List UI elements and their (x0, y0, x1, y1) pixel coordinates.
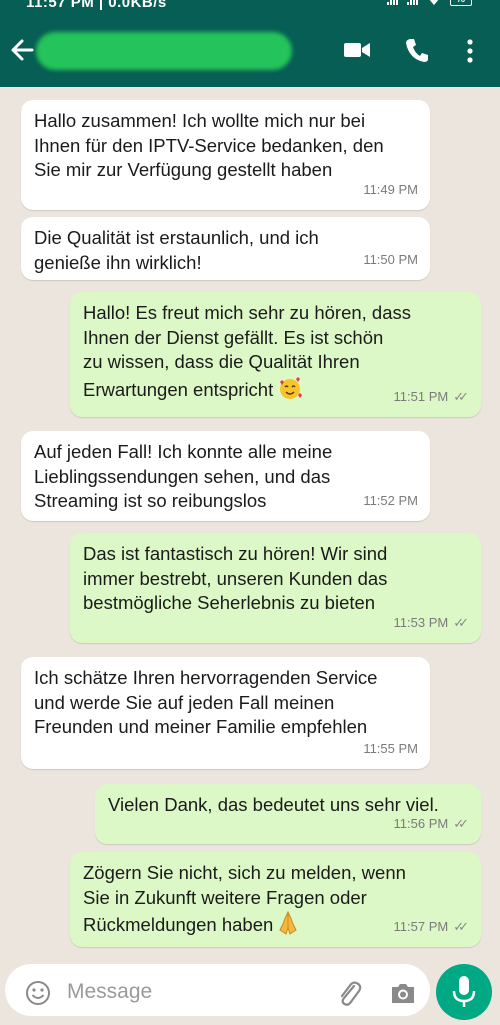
message-time: 11:49 PM (363, 181, 418, 197)
message-line: Streaming ist so reibungslos (34, 490, 267, 511)
arrow-left-icon (11, 39, 34, 61)
more-vertical-icon (467, 39, 473, 63)
back-button[interactable] (8, 36, 36, 64)
message-bubble[interactable]: Hallo! Es freut mich sehr zu hören, dass… (70, 292, 481, 417)
double-check-icon: ✓✓ (453, 918, 469, 934)
message-line: Sie mir zur Verfügung gestellt haben (34, 159, 333, 180)
camera-icon (392, 984, 414, 1003)
more-options-button[interactable] (460, 36, 480, 66)
message-line: Das ist fantastisch zu hören! Wir sind (83, 543, 388, 564)
double-check-icon: ✓✓ (453, 815, 469, 831)
message-line: Auf jeden Fall! Ich konnte alle meine (34, 441, 333, 462)
contact-name-redacted[interactable] (36, 32, 292, 70)
message-line: Die Qualität ist erstaunlich, und ich (34, 227, 319, 248)
message-bubble[interactable]: Das ist fantastisch zu hören! Wir sind i… (70, 533, 481, 643)
message-input-bar (0, 960, 500, 1020)
message-line: Rückmeldungen haben (83, 914, 274, 936)
message-line: Hallo zusammen! Ich wollte mich nur bei (34, 110, 366, 131)
wifi-icon (429, 0, 439, 5)
status-bar: 11:57 PM | 0.0KB/s 78 (0, 0, 500, 14)
input-pill (5, 964, 430, 1016)
message-time: 11:56 PM (393, 815, 449, 831)
message-line: und werde Sie auf jeden Fall meinen (34, 691, 335, 713)
video-camera-icon (344, 43, 370, 57)
message-line: genieße ihn wirklich! (34, 251, 202, 273)
paperclip-icon (340, 981, 362, 1006)
chat-area: Hallo zusammen! Ich wollte mich nur bei … (0, 87, 500, 957)
message-time: 11:52 PM (363, 492, 418, 508)
emoji-icon (26, 981, 50, 1005)
message-line: Lieblingssendungen sehen, und das (34, 465, 331, 487)
message-time: 11:50 PM (363, 251, 418, 267)
chat-header (0, 14, 500, 87)
message-time: 11:57 PM (393, 918, 449, 934)
smiling-face-with-hearts-icon (277, 375, 303, 408)
message-line: Erwartungen entspricht (83, 378, 274, 400)
battery-icon: 78 (450, 0, 472, 6)
signal-icon (387, 0, 398, 5)
double-check-icon: ✓✓ (453, 614, 469, 630)
microphone-button[interactable] (436, 964, 492, 1020)
video-call-button[interactable] (343, 38, 371, 62)
message-bubble[interactable]: Die Qualität ist erstaunlich, und ich ge… (21, 217, 430, 280)
message-time: 11:51 PM (393, 388, 449, 404)
message-bubble[interactable]: Ich schätze Ihren hervorragenden Service… (21, 657, 430, 769)
message-bubble[interactable]: Hallo zusammen! Ich wollte mich nur bei … (21, 100, 430, 210)
message-line: Ich schätze Ihren hervorragenden Service (34, 667, 378, 688)
message-line: immer bestrebt, unseren Kunden das (83, 567, 388, 589)
message-time: 11:53 PM (393, 614, 449, 630)
status-icons: 78 (387, 0, 472, 6)
message-bubble[interactable]: Vielen Dank, das bedeutet uns sehr viel.… (95, 784, 481, 844)
camera-button[interactable] (389, 980, 417, 1006)
folded-hands-icon (277, 910, 299, 943)
message-bubble[interactable]: Auf jeden Fall! Ich konnte alle meine Li… (21, 431, 430, 521)
message-time: 11:55 PM (363, 740, 418, 756)
voice-call-button[interactable] (404, 36, 430, 64)
attach-button[interactable] (335, 978, 363, 1008)
signal-icon (407, 0, 418, 5)
double-check-icon: ✓✓ (453, 388, 469, 404)
message-line: Freunden und meiner Familie empfehlen (34, 716, 368, 737)
message-line: Ihnen für den IPTV-Service bedanken, den (34, 134, 384, 156)
phone-icon (406, 39, 428, 62)
message-line: zu wissen, dass die Qualität Ihren (83, 351, 360, 372)
message-line: Hallo! Es freut mich sehr zu hören, dass (83, 302, 412, 323)
message-line: Zögern Sie nicht, sich zu melden, wenn (83, 862, 406, 883)
message-line: Sie in Zukunft weitere Fragen oder (83, 886, 367, 908)
message-line: Ihnen der Dienst gefällt. Es ist schön (83, 326, 384, 348)
message-input[interactable] (67, 976, 317, 1008)
status-time: 11:57 PM | 0.0KB/s (26, 0, 167, 11)
message-bubble[interactable]: Zögern Sie nicht, sich zu melden, wenn S… (70, 852, 481, 947)
microphone-icon (452, 976, 476, 1007)
emoji-button[interactable] (25, 980, 51, 1006)
